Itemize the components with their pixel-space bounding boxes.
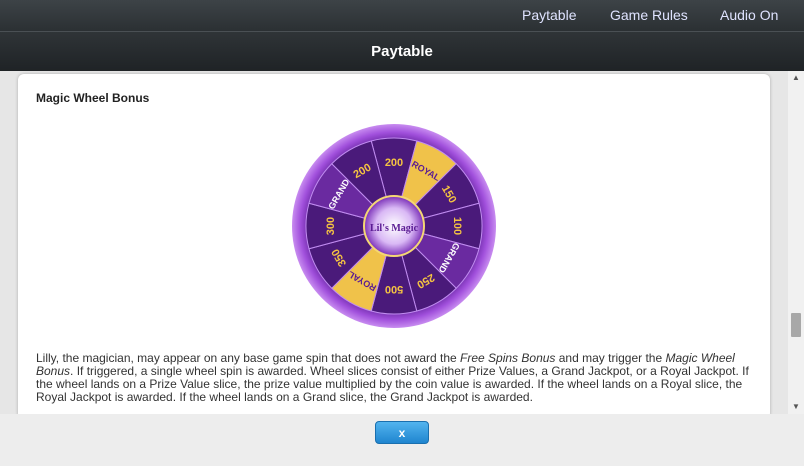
section-title: Magic Wheel Bonus xyxy=(36,91,150,105)
scroll-thumb[interactable] xyxy=(791,313,801,337)
nav-paytable-link[interactable]: Paytable xyxy=(522,7,576,23)
nav-game-rules-link[interactable]: Game Rules xyxy=(610,7,688,23)
scroll-up-arrow-icon[interactable]: ▲ xyxy=(788,71,804,85)
vertical-scrollbar[interactable]: ▲ ▼ xyxy=(788,71,804,414)
wheel-slice-label: 300 xyxy=(325,217,337,235)
top-nav: Paytable Game Rules Audio On xyxy=(0,0,804,31)
desc-text-3: . If triggered, a single wheel spin is a… xyxy=(36,364,749,404)
wheel-logo-text: Lil's Magic xyxy=(370,223,419,234)
desc-text-1: Lilly, the magician, may appear on any b… xyxy=(36,351,461,365)
desc-text-2: and may trigger the xyxy=(555,351,666,365)
wheel-slice-label: 500 xyxy=(385,283,403,295)
content-area: Magic Wheel Bonus 200 ROYAL 150 100 GRAN… xyxy=(0,71,788,414)
magic-wheel-image: 200 ROYAL 150 100 GRAND 250 500 ROYAL 350 300 GRAN… xyxy=(291,123,497,329)
magic-wheel-description: Lilly, the magician, may appear on any b… xyxy=(36,352,756,404)
close-button[interactable]: x xyxy=(375,421,429,444)
paytable-card: Magic Wheel Bonus 200 ROYAL 150 100 GRAN… xyxy=(18,74,770,414)
wheel-slice-label: 100 xyxy=(451,217,463,235)
footer-bar: x xyxy=(0,414,804,466)
desc-free-spins: Free Spins Bonus xyxy=(460,351,556,365)
nav-audio-toggle[interactable]: Audio On xyxy=(720,7,778,23)
scroll-down-arrow-icon[interactable]: ▼ xyxy=(788,400,804,414)
page-title: Paytable xyxy=(0,31,804,71)
wheel-slice-label: 200 xyxy=(385,157,403,169)
magic-wheel-svg: 200 ROYAL150100GRAND250500ROYAL350300GRAN… xyxy=(292,124,496,328)
